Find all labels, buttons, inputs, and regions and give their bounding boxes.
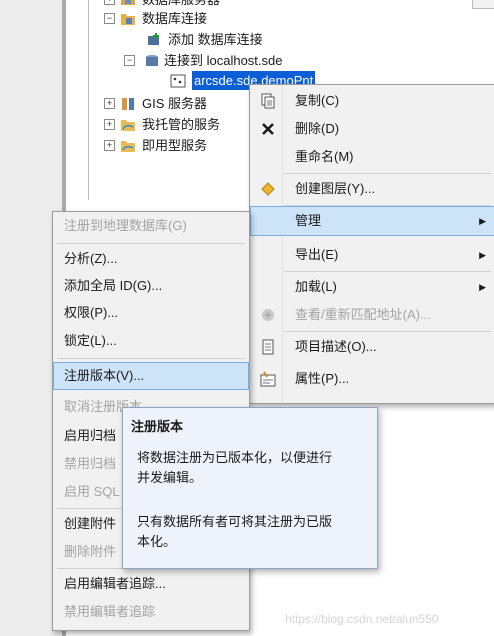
menu-item-label: 创建图层(Y)... bbox=[295, 181, 376, 196]
menu-item-label: 注册到地理数据库(G) bbox=[64, 218, 187, 233]
menu-item-load[interactable]: 加载(L) ▶ bbox=[251, 273, 494, 301]
folder-database-icon bbox=[121, 14, 135, 25]
menu-item-label: 导出(E) bbox=[295, 247, 339, 262]
tree-label: 数据库连接 bbox=[142, 11, 208, 26]
menu-item-properties[interactable]: 属性(P)... bbox=[251, 365, 494, 393]
submenu-item-locks[interactable]: 锁定(L)... bbox=[54, 328, 248, 354]
menu-item-rename[interactable]: 重命名(M) bbox=[251, 143, 494, 171]
submenu-item-analyze[interactable]: 分析(Z)... bbox=[54, 246, 248, 272]
expander-minus[interactable]: − bbox=[104, 13, 115, 24]
menu-item-rematch-address: 查看/重新匹配地址(A)... bbox=[251, 301, 494, 329]
tree-label: 数据库服务器 bbox=[142, 0, 220, 9]
expander-plus[interactable]: + bbox=[104, 119, 115, 130]
menu-item-label: 加载(L) bbox=[295, 279, 337, 294]
menu-item-description[interactable]: 项目描述(O)... bbox=[251, 333, 494, 361]
geocode-icon bbox=[262, 309, 274, 321]
submenu-item-add-global-id[interactable]: 添加全局 ID(G)... bbox=[54, 273, 248, 299]
submenu-item-register-geodatabase: 注册到地理数据库(G) bbox=[54, 213, 248, 239]
menu-separator bbox=[284, 173, 491, 174]
menu-separator bbox=[284, 205, 491, 206]
menu-item-label: 分析(Z)... bbox=[64, 251, 118, 266]
add-connection-icon bbox=[148, 33, 159, 45]
folder-icon bbox=[121, 141, 135, 152]
expander-plus[interactable]: + bbox=[104, 0, 115, 5]
watermark: https://blog.csdn.net/alun550 bbox=[285, 612, 439, 626]
tooltip-text: 本化。 bbox=[137, 534, 177, 549]
menu-separator bbox=[57, 358, 245, 359]
menu-item-label: 删除附件 bbox=[64, 544, 117, 559]
submenu-item-enable-editor-tracking[interactable]: 启用编辑者追踪... bbox=[54, 571, 248, 597]
menu-item-label: 复制(C) bbox=[295, 93, 340, 108]
menu-item-label: 添加全局 ID(G)... bbox=[64, 278, 163, 293]
menu-separator bbox=[284, 271, 491, 272]
description-icon bbox=[262, 339, 274, 355]
submenu-item-privileges[interactable]: 权限(P)... bbox=[54, 300, 248, 326]
menu-item-label: 属性(P)... bbox=[295, 371, 350, 386]
tree-label: 添加 数据库连接 bbox=[168, 32, 263, 47]
submenu-arrow-icon: ▶ bbox=[479, 282, 486, 292]
menu-item-label: 创建附件 bbox=[64, 516, 117, 531]
menu-item-delete[interactable]: 删除(D) bbox=[251, 115, 494, 143]
menu-item-label: 查看/重新匹配地址(A)... bbox=[295, 307, 431, 322]
menu-item-label: 注册版本(V)... bbox=[64, 368, 145, 383]
context-menu: 复制(C) 删除(D) 重命名(M) 创建图层(Y)... 管理 ▶ 导出(E)… bbox=[249, 84, 494, 404]
menu-item-export[interactable]: 导出(E) ▶ bbox=[251, 241, 494, 269]
submenu-arrow-icon: ▶ bbox=[479, 216, 486, 226]
submenu-item-register-versioned[interactable]: 注册版本(V)... bbox=[53, 362, 249, 390]
tooltip-title: 注册版本 bbox=[131, 419, 184, 434]
tooltip-text: 并发编辑。 bbox=[137, 470, 203, 485]
tree-guide-line bbox=[88, 0, 89, 200]
tooltip: 注册版本 将数据注册为已版本化，以便进行 并发编辑。 只有数据所有者可将其注册为… bbox=[122, 407, 378, 569]
database-icon bbox=[146, 55, 158, 66]
menu-item-label: 启用归档 bbox=[64, 428, 117, 443]
submenu-arrow-icon: ▶ bbox=[479, 250, 486, 260]
menu-item-label: 禁用归档 bbox=[64, 456, 117, 471]
menu-item-label: 权限(P)... bbox=[64, 305, 119, 320]
database-server-icon bbox=[121, 0, 135, 5]
menu-item-copy[interactable]: 复制(C) bbox=[251, 87, 494, 115]
expander-plus[interactable]: + bbox=[104, 98, 115, 109]
layer-icon bbox=[261, 182, 275, 196]
tooltip-text: 将数据注册为已版本化，以便进行 bbox=[137, 450, 333, 465]
gis-server-icon bbox=[122, 98, 134, 110]
menu-item-label: 管理 bbox=[295, 213, 322, 228]
menu-item-label: 启用编辑者追踪... bbox=[64, 576, 166, 591]
menu-item-label: 启用 SQL bbox=[64, 484, 120, 499]
point-feature-icon bbox=[170, 74, 186, 88]
tree-label: 即用型服务 bbox=[142, 138, 208, 153]
expander-minus[interactable]: − bbox=[124, 55, 135, 66]
menu-item-label: 重命名(M) bbox=[295, 149, 354, 164]
tree-label: 连接到 localhost.sde bbox=[164, 53, 283, 68]
menu-item-create-layer[interactable]: 创建图层(Y)... bbox=[251, 175, 494, 203]
menu-separator bbox=[284, 331, 491, 332]
menu-item-label: 禁用编辑者追踪 bbox=[64, 604, 156, 619]
tree-label: 我托管的服务 bbox=[142, 117, 221, 132]
delete-icon bbox=[262, 123, 274, 135]
tree-label: GIS 服务器 bbox=[142, 96, 208, 111]
menu-separator bbox=[57, 243, 245, 244]
menu-item-manage[interactable]: 管理 ▶ bbox=[250, 206, 494, 236]
expander-plus[interactable]: + bbox=[104, 140, 115, 151]
folder-icon bbox=[121, 120, 135, 131]
menu-item-label: 删除(D) bbox=[295, 121, 340, 136]
tooltip-text: 只有数据所有者可将其注册为已版 bbox=[137, 514, 333, 529]
menu-item-label: 锁定(L)... bbox=[64, 333, 117, 348]
submenu-item-disable-editor-tracking: 禁用编辑者追踪 bbox=[54, 599, 248, 625]
copy-icon bbox=[261, 93, 275, 109]
properties-icon bbox=[260, 371, 276, 387]
scrollbar-arrow[interactable] bbox=[472, 0, 494, 9]
menu-item-label: 项目描述(O)... bbox=[295, 339, 377, 354]
